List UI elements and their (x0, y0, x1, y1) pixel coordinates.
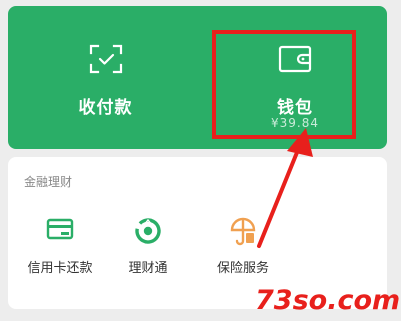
insurance-service-label: 保险服务 (216, 261, 269, 276)
receive-pay-button[interactable]: 收付款 (8, 6, 203, 149)
wealth-management-label: 理财通 (128, 261, 168, 276)
receive-pay-label: 收付款 (78, 98, 133, 118)
wechat-services-screen: 收付款 钱包 ¥39.84 金融理财 信用卡还款 理财通 保险服务 73so.c… (0, 0, 401, 321)
credit-card-repayment-label: 信用卡还款 (27, 261, 93, 276)
site-watermark: 73so.com (255, 285, 401, 316)
finance-section-title: 金融理财 (24, 175, 73, 189)
wealth-management-icon (134, 217, 162, 249)
scan-frame-check-icon (89, 44, 123, 78)
credit-card-icon (46, 217, 74, 247)
wallet-highlight-box (212, 30, 356, 139)
insurance-umbrella-icon (229, 217, 257, 251)
